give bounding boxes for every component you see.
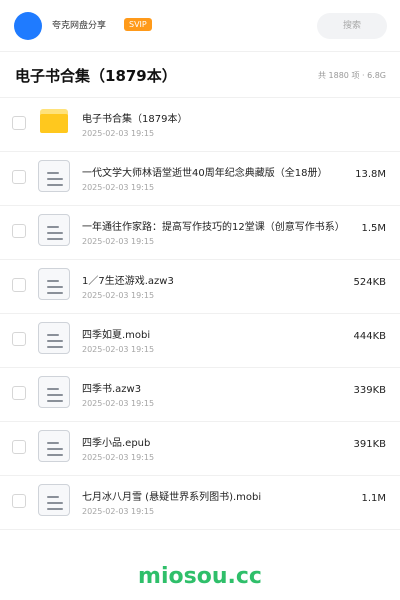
svip-badge: SVIP xyxy=(124,18,152,31)
file-size: 444KB xyxy=(353,331,386,342)
select-checkbox[interactable] xyxy=(12,278,26,292)
file-name: 四季书.azw3 xyxy=(82,384,142,395)
file-name: 四季小品.epub xyxy=(82,438,151,449)
top-bar: 夸克网盘分享 SVIP xyxy=(0,0,400,52)
document-icon xyxy=(38,322,70,354)
document-icon xyxy=(38,268,70,300)
file-size: 1.1M xyxy=(361,493,386,504)
document-icon xyxy=(38,376,70,408)
select-checkbox[interactable] xyxy=(12,440,26,454)
file-date: 2025-02-03 19:15 xyxy=(82,453,155,462)
document-icon xyxy=(38,430,70,462)
file-row[interactable]: 一年通往作家路：提高写作技巧的12堂课（创意写作书系） 2025-02-03 1… xyxy=(0,206,400,260)
file-row[interactable]: 四季小品.epub 2025-02-03 19:15 391KB xyxy=(0,422,400,476)
avatar[interactable] xyxy=(14,12,42,40)
search-input[interactable] xyxy=(317,13,387,39)
file-size: 13.8M xyxy=(355,169,386,180)
select-checkbox[interactable] xyxy=(12,386,26,400)
document-icon xyxy=(38,214,70,246)
file-row[interactable]: 1／7生还游戏.azw3 2025-02-03 19:15 524KB xyxy=(0,260,400,314)
file-size: 524KB xyxy=(353,277,386,288)
document-icon xyxy=(38,484,70,516)
file-row[interactable]: 四季书.azw3 2025-02-03 19:15 339KB xyxy=(0,368,400,422)
file-summary: 共 1880 项 · 6.8G xyxy=(318,71,386,80)
file-name: 一年通往作家路：提高写作技巧的12堂课（创意写作书系） xyxy=(82,222,345,233)
file-name: 1／7生还游戏.azw3 xyxy=(82,276,174,287)
document-icon xyxy=(38,160,70,192)
file-date: 2025-02-03 19:15 xyxy=(82,237,155,246)
file-name: 一代文学大师林语堂逝世40周年纪念典藏版（全18册） xyxy=(82,168,328,179)
file-size: 391KB xyxy=(353,439,386,450)
file-row[interactable]: 四季如夏.mobi 2025-02-03 19:15 444KB xyxy=(0,314,400,368)
page-title: 电子书合集（1879本） xyxy=(15,67,177,85)
select-checkbox[interactable] xyxy=(12,494,26,508)
file-size: 339KB xyxy=(353,385,386,396)
folder-icon xyxy=(40,109,68,133)
file-row[interactable]: 七月冰八月雪 (悬疑世界系列图书).mobi 2025-02-03 19:15 … xyxy=(0,476,400,530)
select-checkbox[interactable] xyxy=(12,332,26,346)
file-date: 2025-02-03 19:15 xyxy=(82,399,155,408)
file-date: 2025-02-03 19:15 xyxy=(82,291,155,300)
file-date: 2025-02-03 19:15 xyxy=(82,183,155,192)
file-date: 2025-02-03 19:15 xyxy=(82,345,155,354)
file-date: 2025-02-03 19:15 xyxy=(82,507,155,516)
share-header: 电子书合集（1879本） 共 1880 项 · 6.8G xyxy=(0,52,400,98)
file-size: 1.5M xyxy=(361,223,386,234)
select-checkbox[interactable] xyxy=(12,224,26,238)
file-row[interactable]: 电子书合集（1879本） 2025-02-03 19:15 xyxy=(0,98,400,152)
select-checkbox[interactable] xyxy=(12,170,26,184)
file-name: 四季如夏.mobi xyxy=(82,330,151,341)
file-name: 七月冰八月雪 (悬疑世界系列图书).mobi xyxy=(82,492,262,503)
file-name: 电子书合集（1879本） xyxy=(82,114,188,125)
file-list: 电子书合集（1879本） 2025-02-03 19:15 一代文学大师林语堂逝… xyxy=(0,98,400,530)
watermark: miosou.cc xyxy=(138,564,262,589)
share-title: 夸克网盘分享 xyxy=(52,21,107,31)
select-checkbox[interactable] xyxy=(12,116,26,130)
file-row[interactable]: 一代文学大师林语堂逝世40周年纪念典藏版（全18册） 2025-02-03 19… xyxy=(0,152,400,206)
file-date: 2025-02-03 19:15 xyxy=(82,129,155,138)
